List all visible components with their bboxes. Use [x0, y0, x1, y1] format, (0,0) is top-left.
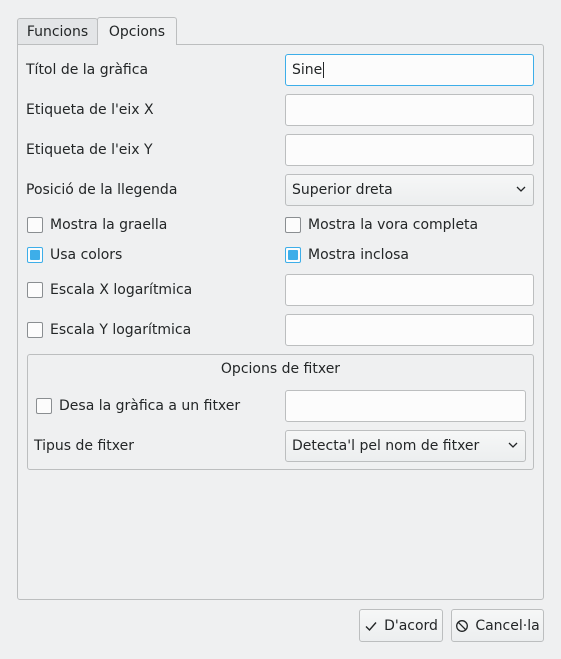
show-full-border-label: Mostra la vora completa: [308, 217, 479, 233]
ok-button[interactable]: D'acord: [359, 609, 443, 642]
show-grid-checkbox[interactable]: Mostra la graella: [27, 216, 167, 234]
log-y-base-input[interactable]: [285, 314, 534, 346]
title-input-value: Sine: [292, 62, 323, 78]
log-y-box[interactable]: [27, 322, 43, 338]
log-x-box[interactable]: [27, 282, 43, 298]
title-label: Títol de la gràfica: [26, 62, 149, 78]
use-colors-checkbox[interactable]: Usa colors: [27, 246, 122, 264]
filetype-value: Detecta'l pel nom de fitxer: [292, 438, 480, 454]
log-x-base-input[interactable]: [285, 274, 534, 306]
show-full-border-box[interactable]: [285, 217, 301, 233]
tab-options[interactable]: Opcions: [97, 17, 177, 45]
show-inclusive-checkbox[interactable]: Mostra inclosa: [285, 246, 409, 264]
log-y-checkbox[interactable]: Escala Y logarítmica: [27, 321, 191, 339]
tab-functions-label: Funcions: [26, 23, 89, 40]
show-grid-box[interactable]: [27, 217, 43, 233]
save-path-input[interactable]: [285, 390, 526, 422]
legend-position-label: Posició de la llegenda: [26, 182, 178, 198]
log-x-label: Escala X logarítmica: [50, 282, 193, 298]
save-to-file-checkbox[interactable]: Desa la gràfica a un fitxer: [36, 397, 240, 415]
cancel-button[interactable]: Cancel·la: [451, 609, 544, 642]
filetype-select[interactable]: Detecta'l pel nom de fitxer: [285, 430, 526, 462]
show-inclusive-box[interactable]: [285, 247, 301, 263]
filetype-label: Tipus de fitxer: [34, 438, 134, 454]
xlabel-input[interactable]: [285, 94, 534, 126]
use-colors-box[interactable]: [27, 247, 43, 263]
log-y-label: Escala Y logarítmica: [50, 322, 192, 338]
chevron-down-icon: [508, 442, 518, 448]
show-inclusive-label: Mostra inclosa: [308, 247, 410, 263]
log-x-checkbox[interactable]: Escala X logarítmica: [27, 281, 192, 299]
tab-functions[interactable]: Funcions: [17, 18, 98, 44]
tab-options-label: Opcions: [108, 23, 166, 40]
ylabel-input[interactable]: [285, 134, 534, 166]
legend-position-value: Superior dreta: [292, 182, 393, 198]
file-options-title: Opcions de fitxer: [220, 361, 341, 377]
text-cursor: [323, 62, 325, 78]
chevron-down-icon: [516, 186, 526, 192]
checkmark-icon: [365, 621, 377, 631]
ylabel-label: Etiqueta de l'eix Y: [26, 142, 153, 158]
ok-button-label: D'acord: [384, 617, 438, 634]
use-colors-label: Usa colors: [50, 247, 123, 263]
plot-options-dialog: Funcions Opcions Títol de la gràfica Sin…: [0, 0, 561, 659]
cancel-icon: [456, 619, 469, 632]
xlabel-label: Etiqueta de l'eix X: [26, 102, 154, 118]
legend-position-select[interactable]: Superior dreta: [285, 174, 534, 206]
save-to-file-label: Desa la gràfica a un fitxer: [59, 398, 241, 414]
cancel-button-label: Cancel·la: [475, 617, 540, 634]
show-full-border-checkbox[interactable]: Mostra la vora completa: [285, 216, 478, 234]
title-input[interactable]: Sine: [285, 54, 534, 86]
show-grid-label: Mostra la graella: [50, 217, 168, 233]
save-to-file-box[interactable]: [36, 398, 52, 414]
